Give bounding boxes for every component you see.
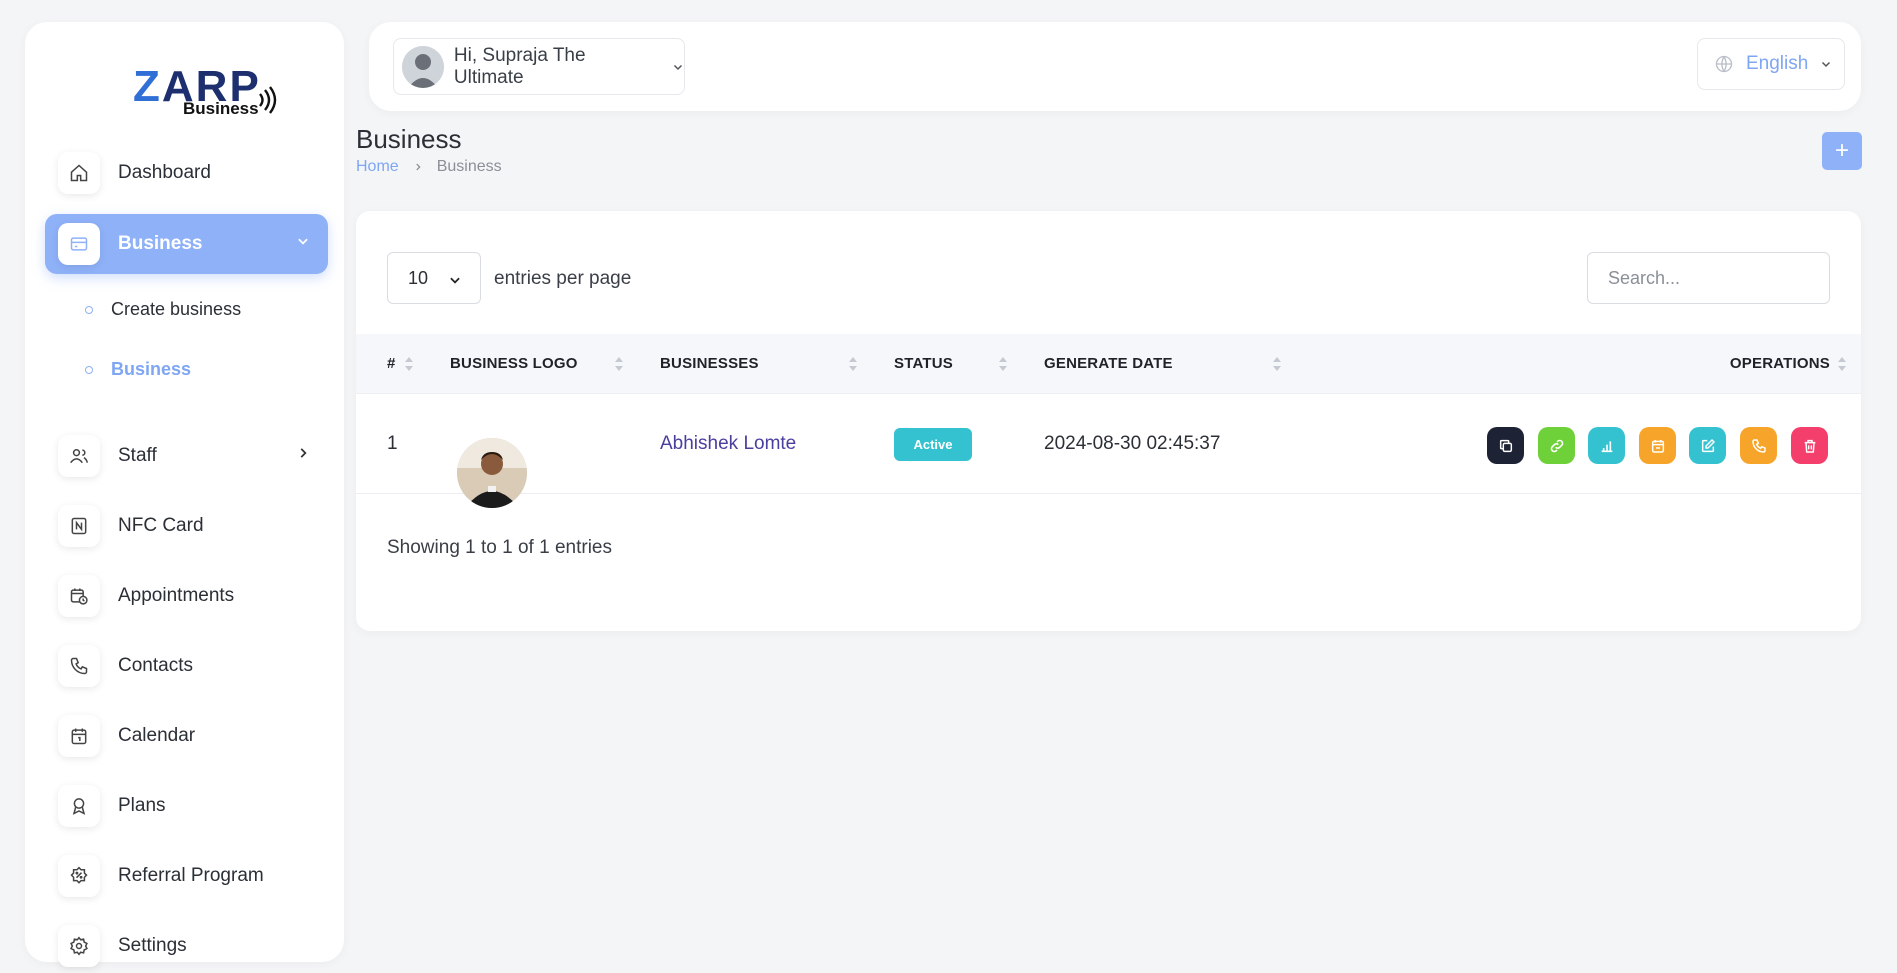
credit-card-icon [58,223,100,265]
sidebar-item-label: Appointments [118,585,235,606]
sidebar-item-label: Settings [118,935,187,956]
nfc-icon [58,505,100,547]
users-icon [58,435,100,477]
sort-icon[interactable] [404,354,414,374]
sidebar-item-label: NFC Card [118,515,204,536]
bullet-icon [85,305,93,314]
sidebar-item-business[interactable]: Business [45,214,328,274]
calendar-icon [58,715,100,757]
sidebar-item-label: Dashboard [118,162,211,183]
sidebar-item-label: Calendar [118,725,196,746]
column-header-generate-date[interactable]: GENERATE DATE [1044,355,1173,372]
sort-icon[interactable] [998,354,1008,374]
entries-per-page-select[interactable]: 10 [387,252,481,304]
breadcrumb-home-link[interactable]: Home [356,158,399,176]
sidebar-item-calendar[interactable]: Calendar [45,706,328,766]
business-logo-image [457,438,527,508]
link-icon [1550,439,1563,452]
bullet-icon [85,365,93,374]
column-header-businesses[interactable]: BUSINESSES [660,355,759,372]
logo-subtext: Business [183,99,259,118]
calendar-icon [1651,439,1664,453]
nfc-waves-icon [259,86,277,114]
analytics-button[interactable] [1588,427,1625,464]
table-info: Showing 1 to 1 of 1 entries [387,537,612,558]
sort-icon[interactable] [848,354,858,374]
sidebar-subitem-label: Create business [111,299,242,319]
sort-icon[interactable] [1272,354,1282,374]
row-index: 1 [387,433,398,454]
contact-button[interactable] [1740,427,1777,464]
entries-per-page-label: entries per page [494,268,632,289]
sidebar-item-label: Referral Program [118,865,264,886]
sidebar: ZARP Business Dashboard Business Create … [25,22,344,967]
search-input[interactable] [1587,252,1830,304]
sidebar-item-dashboard[interactable]: Dashboard [45,143,328,203]
sidebar-subitem-label: Business [111,359,192,379]
chevron-right-icon [300,448,307,458]
sidebar-item-plans[interactable]: Plans [45,776,328,836]
breadcrumb: Home Business [356,158,502,176]
sort-icon[interactable] [614,354,624,374]
chevron-down-icon [1822,61,1831,68]
business-name-link[interactable]: Abhishek Lomte [660,433,796,455]
page-title: Business [356,124,462,154]
phone-icon [1751,438,1766,453]
sidebar-subitem-create-business[interactable]: Create business [85,299,241,320]
discount-icon [58,855,100,897]
sidebar-item-label: Plans [118,795,166,816]
award-icon [58,785,100,827]
user-menu-button[interactable]: Hi, Supraja The Ultimate [393,38,685,95]
copy-icon [1499,439,1512,452]
table-header: # BUSINESS LOGO BUSINESSES STATUS GENERA… [356,334,1861,394]
sidebar-item-appointments[interactable]: Appointments [45,566,328,626]
column-header-status[interactable]: STATUS [894,355,953,372]
avatar [402,45,444,88]
chevron-down-icon [298,238,308,245]
sidebar-item-nfc-card[interactable]: NFC Card [45,496,328,556]
status-badge: Active [894,428,972,461]
top-bar: Hi, Supraja The Ultimate English [369,22,1861,111]
sidebar-item-label: Business [118,233,203,254]
column-header-index[interactable]: # [387,355,396,372]
chevron-down-icon [450,277,460,284]
sidebar-item-label: Staff [118,445,157,466]
globe-icon [1715,55,1733,73]
sort-icon[interactable] [1837,354,1847,374]
analytics-icon [1601,440,1612,452]
link-button[interactable] [1538,427,1575,464]
sidebar-item-staff[interactable]: Staff [45,426,328,486]
entries-per-page-value: 10 [408,267,429,288]
column-header-operations[interactable]: OPERATIONS [1730,355,1830,372]
chevron-right-icon [415,163,421,171]
sidebar-subitem-business[interactable]: Business [85,359,191,380]
phone-icon [58,645,100,687]
column-header-business-logo[interactable]: BUSINESS LOGO [450,355,578,372]
home-icon [58,152,100,194]
add-business-button[interactable]: + [1822,132,1862,170]
edit-button[interactable] [1689,427,1726,464]
gear-icon [58,925,100,967]
edit-icon [1701,438,1715,452]
sidebar-item-referral-program[interactable]: Referral Program [45,846,328,906]
breadcrumb-current: Business [436,158,502,175]
language-selector[interactable]: English [1697,38,1845,90]
brand-logo[interactable]: ZARP Business [105,47,280,122]
calendar-clock-icon [58,575,100,617]
language-label: English [1746,53,1809,74]
sidebar-item-contacts[interactable]: Contacts [45,636,328,696]
trash-icon [1804,439,1815,453]
appointments-button[interactable] [1639,427,1676,464]
chevron-down-icon [673,64,683,70]
generate-date: 2024-08-30 02:45:37 [1044,433,1221,454]
user-greeting: Hi, Supraja The Ultimate [453,44,586,88]
sidebar-item-settings[interactable]: Settings [45,916,328,973]
sidebar-item-label: Contacts [118,655,193,676]
business-table-card: 10 entries per page # BUSINESS LOGO BUSI… [356,211,1861,631]
delete-button[interactable] [1791,427,1828,464]
copy-button[interactable] [1487,427,1524,464]
